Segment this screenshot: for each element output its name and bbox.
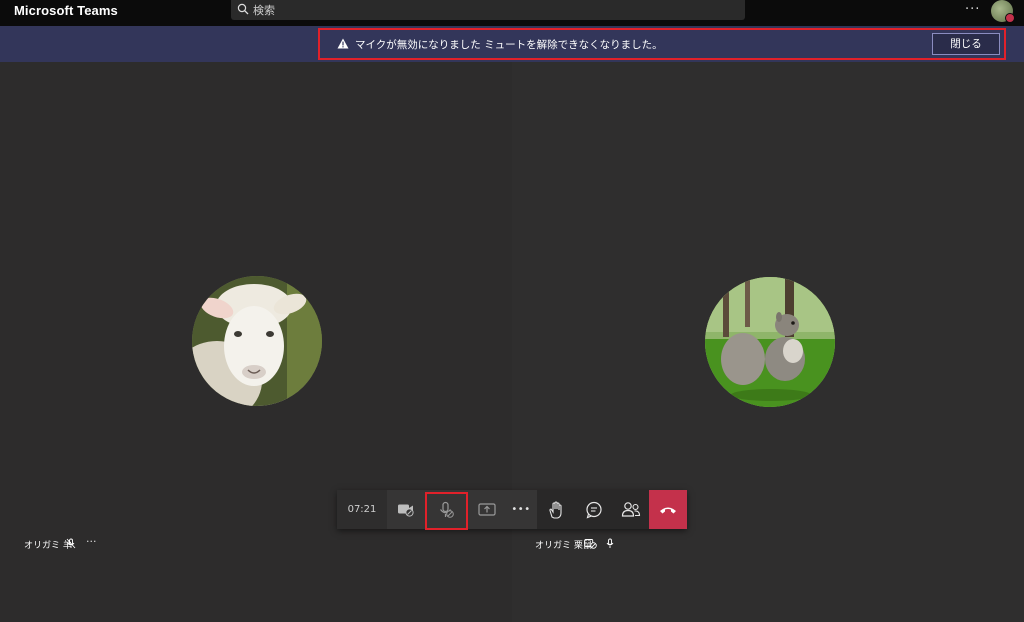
share-screen-button[interactable]	[468, 490, 505, 529]
status-badge	[1005, 13, 1015, 23]
camera-off-icon	[584, 539, 597, 549]
raise-hand-icon	[549, 500, 562, 519]
call-timer: 07:21	[337, 490, 387, 529]
raise-hand-button[interactable]	[537, 490, 575, 529]
share-screen-icon	[477, 503, 496, 516]
participant-avatar-squirrel	[705, 277, 835, 407]
close-button[interactable]: 閉じる	[932, 33, 1000, 55]
hang-up-button[interactable]	[649, 490, 687, 529]
search-icon	[237, 3, 249, 15]
participant-avatar-sheep	[192, 276, 322, 406]
more-actions-button[interactable]: •••	[505, 490, 537, 529]
camera-button[interactable]	[387, 490, 424, 529]
participant-name-label: オリガミ 羊	[24, 538, 72, 551]
search-box[interactable]: 検索	[231, 0, 745, 20]
chat-button[interactable]	[575, 490, 612, 529]
camera-off-icon	[397, 504, 414, 517]
search-input[interactable]: 検索	[253, 2, 275, 18]
title-bar: Microsoft Teams 検索 ···	[0, 0, 1024, 26]
participants-button[interactable]	[612, 490, 649, 529]
banner-message: マイクが無効になりました ミュートを解除できなくなりました。	[355, 39, 663, 51]
hang-up-icon	[660, 507, 676, 513]
squirrel-image	[705, 277, 835, 407]
mic-muted-icon	[66, 538, 76, 549]
chat-icon	[585, 501, 602, 518]
app-title: Microsoft Teams	[14, 3, 118, 18]
warning-icon	[337, 38, 349, 49]
sheep-image	[192, 276, 322, 406]
participant-more-icon[interactable]: ···	[86, 535, 97, 548]
call-controls-bar: 07:21 •••	[337, 490, 687, 529]
participants-icon	[621, 502, 640, 517]
user-avatar[interactable]	[991, 0, 1015, 23]
more-options-icon[interactable]: ···	[965, 2, 980, 17]
participant-name: オリガミ 羊	[24, 541, 72, 551]
mic-icon	[606, 538, 614, 548]
mic-button-highlight	[425, 492, 468, 530]
